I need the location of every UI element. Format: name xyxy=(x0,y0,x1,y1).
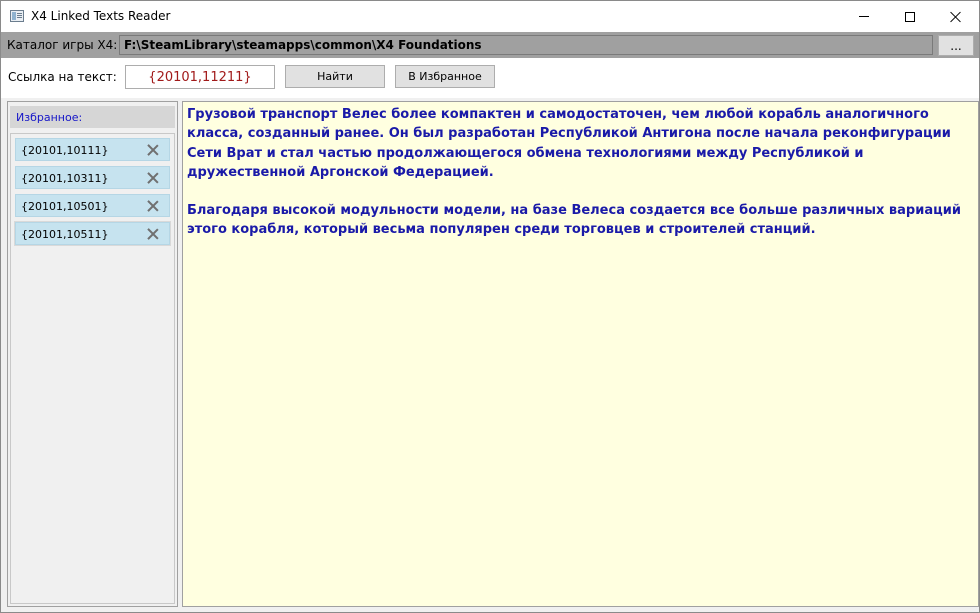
text-reference-row: Ссылка на текст: {20101,11211} Найти В И… xyxy=(1,58,979,98)
favorite-item[interactable]: {20101,10511} xyxy=(14,221,171,246)
text-reference-input[interactable]: {20101,11211} xyxy=(125,65,275,89)
favorite-item-label: {20101,10311} xyxy=(21,172,109,185)
app-icon xyxy=(10,10,24,22)
game-directory-field[interactable]: F:\SteamLibrary\steamapps\common\X4 Foun… xyxy=(119,35,933,55)
maximize-icon xyxy=(905,11,915,22)
remove-favorite-icon[interactable] xyxy=(147,200,159,212)
text-paragraph: Благодаря высокой модульности модели, на… xyxy=(187,203,961,238)
maximize-button[interactable] xyxy=(887,1,933,32)
browse-directory-button[interactable]: ... xyxy=(938,35,974,56)
title-bar[interactable]: X4 Linked Texts Reader xyxy=(1,1,979,32)
remove-favorite-icon[interactable] xyxy=(147,228,159,240)
remove-favorite-icon[interactable] xyxy=(147,172,159,184)
text-paragraph: Грузовой транспорт Велес более компактен… xyxy=(187,107,951,180)
minimize-icon xyxy=(859,16,869,17)
favorite-item-label: {20101,10111} xyxy=(21,144,109,157)
close-icon xyxy=(950,11,962,23)
close-button[interactable] xyxy=(933,1,979,32)
favorites-header: Избранное: xyxy=(10,106,175,128)
favorite-item[interactable]: {20101,10311} xyxy=(15,166,170,189)
app-window: X4 Linked Texts Reader Каталог игры X4: … xyxy=(0,0,980,613)
text-display-area[interactable]: Грузовой транспорт Велес более компактен… xyxy=(182,101,979,607)
favorites-list[interactable]: {20101,10111} {20101,10311} {20101,10501… xyxy=(10,133,175,604)
game-directory-label: Каталог игры X4: xyxy=(7,38,118,52)
favorite-item-label: {20101,10511} xyxy=(21,228,109,241)
find-button[interactable]: Найти xyxy=(285,65,385,88)
favorite-item-label: {20101,10501} xyxy=(21,200,109,213)
text-reference-label: Ссылка на текст: xyxy=(8,70,117,84)
minimize-button[interactable] xyxy=(841,1,887,32)
add-to-favorites-button[interactable]: В Избранное xyxy=(395,65,495,88)
favorite-item[interactable]: {20101,10501} xyxy=(15,194,170,217)
game-directory-row: Каталог игры X4: F:\SteamLibrary\steamap… xyxy=(1,32,979,58)
favorites-panel: Избранное: {20101,10111} {20101,10311} {… xyxy=(7,101,178,607)
favorite-item[interactable]: {20101,10111} xyxy=(15,138,170,161)
remove-favorite-icon[interactable] xyxy=(147,144,159,156)
window-title: X4 Linked Texts Reader xyxy=(31,9,171,23)
